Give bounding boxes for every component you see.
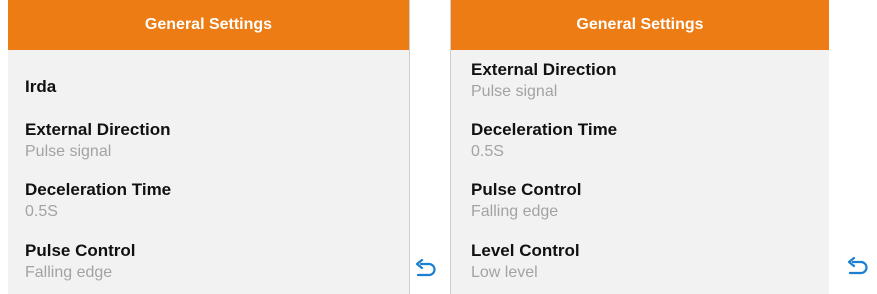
setting-item-external-direction[interactable]: External Direction Pulse signal	[471, 59, 819, 103]
back-button-left[interactable]	[412, 258, 440, 282]
panel-title: General Settings	[451, 0, 829, 50]
setting-value: Pulse signal	[25, 143, 112, 160]
panel-title: General Settings	[8, 0, 409, 50]
setting-label: Deceleration Time	[25, 180, 172, 199]
setting-item-external-direction[interactable]: External Direction Pulse signal	[25, 119, 399, 163]
setting-item-irda[interactable]: Irda	[25, 76, 399, 98]
setting-value: Falling edge	[25, 264, 113, 281]
setting-value: 0.5S	[25, 203, 58, 220]
setting-label: Deceleration Time	[471, 120, 618, 139]
setting-value: Low level	[471, 264, 538, 281]
setting-item-pulse-control[interactable]: Pulse Control Falling edge	[25, 240, 399, 284]
setting-value: Pulse signal	[471, 83, 558, 100]
undo-arrow-icon	[415, 259, 436, 277]
settings-panel-left: General Settings Irda External Direction…	[8, 0, 410, 294]
setting-value: Falling edge	[471, 203, 559, 220]
setting-label: External Direction	[471, 60, 617, 79]
setting-label: Level Control	[471, 241, 580, 260]
undo-arrow-icon	[847, 257, 868, 275]
setting-value: 0.5S	[471, 143, 504, 160]
setting-label: Pulse Control	[25, 241, 136, 260]
settings-panel-right: General Settings External Direction Puls…	[450, 0, 829, 294]
setting-item-deceleration-time[interactable]: Deceleration Time 0.5S	[25, 179, 399, 223]
setting-label: External Direction	[25, 120, 171, 139]
setting-item-level-control[interactable]: Level Control Low level	[471, 240, 819, 284]
setting-item-deceleration-time[interactable]: Deceleration Time 0.5S	[471, 119, 819, 163]
setting-item-pulse-control[interactable]: Pulse Control Falling edge	[471, 179, 819, 223]
setting-label: Irda	[25, 77, 57, 96]
back-button-right[interactable]	[844, 256, 872, 280]
setting-label: Pulse Control	[471, 180, 582, 199]
